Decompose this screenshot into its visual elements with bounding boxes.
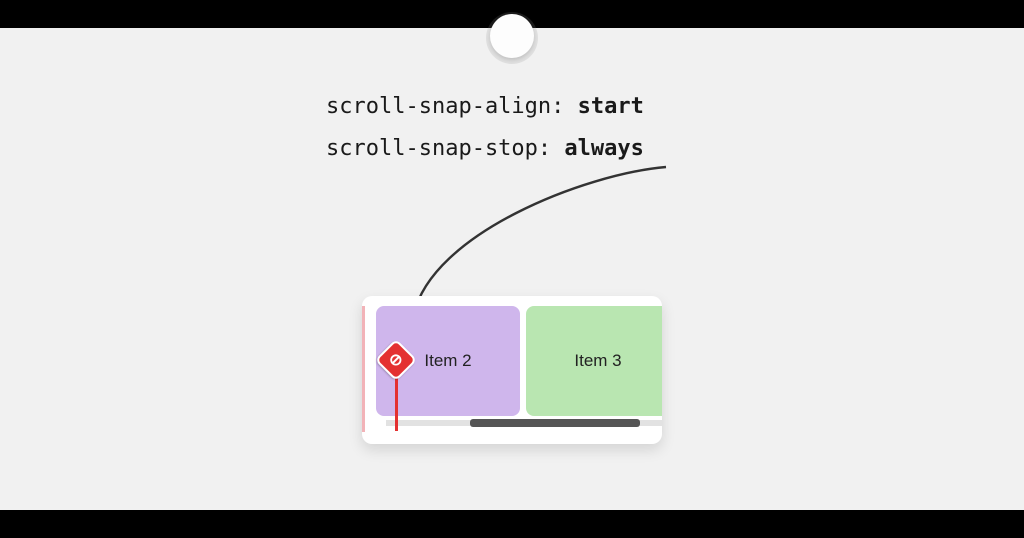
css-property: scroll-snap-stop:: [326, 136, 551, 161]
scroll-item-3[interactable]: Item 3: [526, 306, 662, 416]
drag-indicator-dot: [490, 14, 534, 58]
scroll-item-label: Item 3: [574, 351, 621, 371]
stop-sign-pole: [395, 371, 398, 431]
css-value: always: [564, 136, 643, 161]
no-entry-glyph: ⊘: [389, 350, 402, 370]
snap-edge-indicator: [362, 306, 365, 432]
scroll-item-label: Item 2: [424, 351, 471, 371]
css-code-block: scroll-snap-align: start scroll-snap-sto…: [326, 86, 644, 170]
css-property: scroll-snap-align:: [326, 94, 564, 119]
scrollbar-thumb[interactable]: [470, 419, 640, 427]
scrollbar-track[interactable]: [386, 420, 662, 426]
letterbox-bottom: [0, 510, 1024, 538]
css-value: start: [578, 94, 644, 119]
stop-sign-icon: ⊘: [381, 345, 411, 431]
